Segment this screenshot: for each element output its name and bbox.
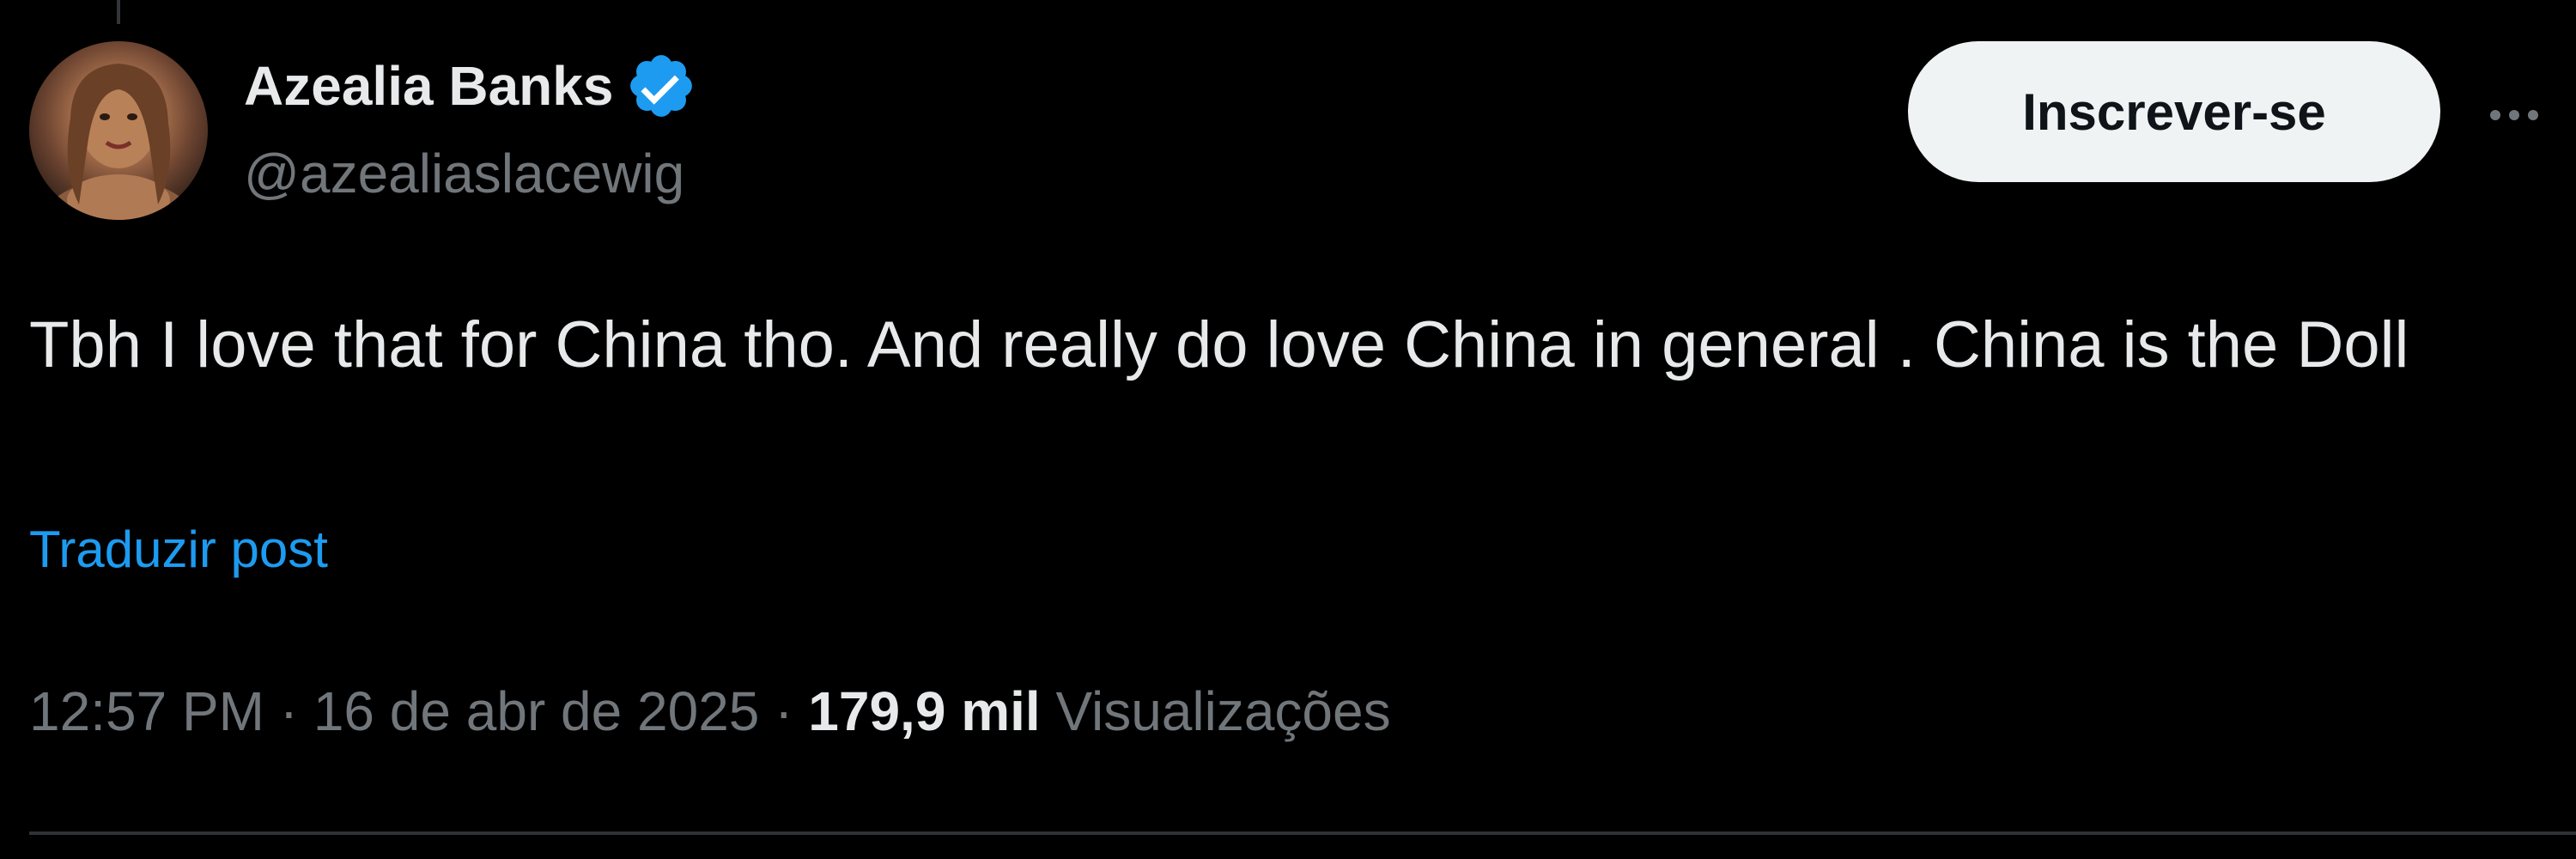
meta-separator: · [279, 680, 299, 742]
ellipsis-icon [2490, 110, 2538, 120]
author-name-row: Azealia Banks [244, 50, 697, 122]
post-text: Tbh I love that for China tho. And reall… [29, 308, 2409, 381]
divider [29, 832, 2576, 835]
post-time[interactable]: 12:57 PM [29, 680, 264, 742]
translate-post-link[interactable]: Traduzir post [29, 514, 328, 586]
verified-badge-icon[interactable] [625, 50, 697, 122]
subscribe-button[interactable]: Inscrever-se [1908, 41, 2440, 182]
post-date[interactable]: 16 de abr de 2025 [313, 680, 760, 742]
thread-connector-line [117, 0, 120, 24]
post-metadata: 12:57 PM · 16 de abr de 2025 · 179,9 mil… [29, 670, 1391, 752]
author-display-name[interactable]: Azealia Banks [244, 50, 613, 122]
meta-separator: · [775, 680, 793, 742]
views-label: Visualizações [1055, 680, 1391, 742]
avatar[interactable] [29, 41, 208, 220]
profile-photo [37, 64, 200, 220]
more-options-button[interactable] [2478, 79, 2550, 151]
author-handle[interactable]: @azealiaslacewig [244, 137, 684, 210]
views-count: 179,9 mil [808, 680, 1041, 742]
